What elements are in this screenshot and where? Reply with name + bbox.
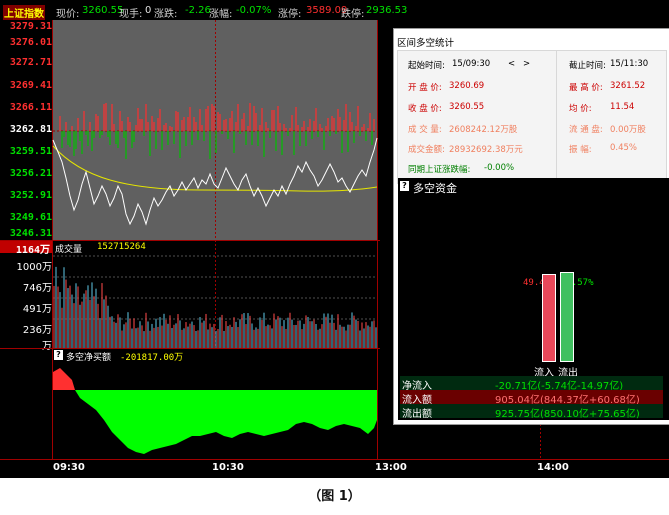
time-tick: 14:00	[537, 462, 569, 473]
time-tick: 10:30	[212, 462, 244, 473]
row-value: 925.75亿(850.10亿+75.65亿)	[495, 409, 640, 420]
close-value: 3260.55	[449, 102, 485, 112]
stock-terminal: 上证指数 现价: 3260.55 现手: 0 涨跌: -2.26 涨幅: -0.…	[0, 0, 669, 478]
high-value: 3261.52	[610, 81, 646, 91]
outflow-bar	[560, 272, 574, 362]
open-label: 开 盘 价:	[408, 83, 442, 93]
open-value: 3260.69	[449, 81, 485, 91]
float-value: 0.00万股	[610, 125, 646, 135]
net-inflow-row: 净流入 -20.71亿(-5.74亿-14.97亿)	[400, 376, 663, 392]
net-buy-value: -201817.00万	[120, 353, 184, 363]
next-button[interactable]: >	[523, 59, 530, 69]
fund-help-icon[interactable]: ?	[400, 181, 409, 191]
volume-title: 成交量	[55, 245, 83, 255]
amplitude-value: 0.45%	[610, 143, 638, 153]
volume-stat-value: 2608242.12万股	[449, 125, 518, 135]
avg-label: 均 价:	[569, 104, 592, 114]
period-change-label: 同期上证涨跌幅:	[408, 165, 471, 175]
float-label: 流 通 盘:	[569, 125, 603, 135]
panel-title: 区间多空统计	[397, 38, 455, 49]
prev-button[interactable]: <	[508, 59, 515, 69]
stats-divider	[556, 51, 557, 181]
fund-flow-section: ? 多空资金 49.43% 50.57% 流入 流出 净流入 -20.71亿(-…	[398, 178, 669, 420]
close-label: 收 盘 价:	[408, 104, 442, 114]
figure-caption: （图 1）	[308, 489, 361, 504]
fund-title: 多空资金	[413, 182, 457, 195]
start-value: 15/09:30	[452, 59, 491, 69]
volume-value: 152715264	[97, 242, 146, 252]
time-tick: 09:30	[53, 462, 85, 473]
high-label: 最 高 价:	[569, 83, 603, 93]
inflow-bar	[542, 274, 556, 362]
start-label: 起始时间:	[408, 61, 445, 71]
net-buy-title: 多空净买额	[66, 353, 112, 363]
amount-label: 成交金额:	[408, 145, 445, 155]
help-icon[interactable]: ?	[54, 350, 63, 360]
amplitude-label: 振 幅:	[569, 145, 592, 155]
net-buy-negative-area	[75, 390, 377, 454]
net-buy-positive-area	[53, 368, 75, 390]
time-tick: 13:00	[375, 462, 407, 473]
amount-value: 28932692.38万元	[449, 145, 523, 155]
period-change-value: -0.00%	[484, 163, 515, 173]
volume-bars	[53, 266, 377, 348]
inflow-row: 流入额 905.04亿(844.37亿+60.68亿)	[400, 390, 663, 406]
row-label: 流出额	[402, 409, 432, 420]
volume-label: 成 交 量:	[408, 125, 442, 135]
end-value: 15/11:30	[610, 59, 649, 69]
end-label: 截止时间:	[569, 61, 606, 71]
avg-value: 11.54	[610, 102, 635, 112]
outflow-row: 流出额 925.75亿(850.10亿+75.65亿)	[400, 404, 663, 420]
